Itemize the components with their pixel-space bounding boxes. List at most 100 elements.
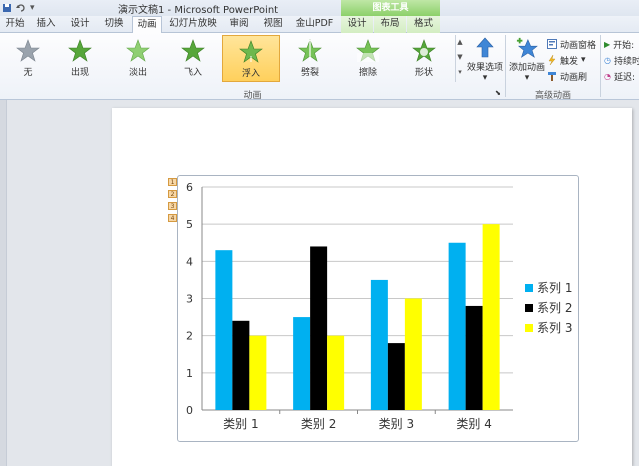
tab-kingsoft-pdf[interactable]: 金山PDF xyxy=(292,16,337,33)
animation-wipe[interactable]: 擦除 xyxy=(342,35,394,82)
bar xyxy=(249,335,267,410)
undo-icon[interactable] xyxy=(16,3,26,13)
animation-painter-button[interactable]: 动画刷 xyxy=(547,69,587,83)
animation-gallery: 无 出现 淡出 飞入 浮入 劈裂 擦除 形状 xyxy=(2,35,462,84)
bar xyxy=(310,246,328,410)
animation-fly-in[interactable]: 飞入 xyxy=(167,35,219,82)
tab-home[interactable]: 开始 xyxy=(2,16,28,33)
y-tick-label: 2 xyxy=(186,330,193,343)
y-tick-label: 0 xyxy=(186,404,193,417)
tab-chart-layout[interactable]: 布局 xyxy=(374,16,406,33)
animation-order-badge[interactable]: 1 xyxy=(168,178,177,186)
y-tick-label: 5 xyxy=(186,218,193,231)
legend-swatch xyxy=(525,304,533,312)
customize-qat-icon[interactable]: ▾ xyxy=(30,3,35,13)
add-star-icon xyxy=(516,37,538,58)
tab-chart-format[interactable]: 格式 xyxy=(407,16,440,33)
effect-options-button[interactable]: 效果选项 ▾ xyxy=(465,35,505,83)
legend-swatch xyxy=(525,324,533,332)
gallery-up-icon[interactable]: ▲ xyxy=(456,35,464,50)
bar xyxy=(482,224,500,410)
bar xyxy=(327,335,345,410)
legend-label: 系列 1 xyxy=(537,281,572,295)
title-bar: ▾ 演示文稿1 - Microsoft PowerPoint 图表工具 xyxy=(0,0,639,16)
animation-appear[interactable]: 出现 xyxy=(54,35,106,82)
x-tick-label: 类别 3 xyxy=(379,417,414,431)
up-arrow-icon xyxy=(476,37,494,58)
gallery-down-icon[interactable]: ▼ xyxy=(456,50,464,65)
y-tick-label: 3 xyxy=(186,293,193,306)
animation-shape[interactable]: 形状 xyxy=(398,35,450,82)
thumbnail-pane-edge[interactable] xyxy=(0,100,7,466)
bar xyxy=(232,320,250,410)
bar xyxy=(448,242,466,410)
trigger-button[interactable]: 触发 ▾ xyxy=(547,53,586,67)
legend-swatch xyxy=(525,284,533,292)
chevron-down-icon: ▾ xyxy=(524,73,530,83)
start-field[interactable]: ▶ 开始: xyxy=(604,37,634,51)
chevron-down-icon: ▾ xyxy=(581,55,586,65)
bar xyxy=(387,343,405,410)
ribbon-tabs: 开始 插入 设计 切换 动画 幻灯片放映 审阅 视图 金山PDF 设计 布局 格… xyxy=(0,16,639,34)
advanced-animation-group-label: 高级动画 xyxy=(534,91,571,101)
x-tick-label: 类别 1 xyxy=(223,417,258,431)
x-tick-label: 类别 2 xyxy=(301,417,336,431)
bar xyxy=(370,279,388,410)
star-floatin-icon xyxy=(239,40,263,63)
animation-pane-button[interactable]: 动画窗格 xyxy=(547,37,596,51)
legend-label: 系列 3 xyxy=(537,321,572,335)
add-animation-button[interactable]: 添加动画 ▾ xyxy=(507,35,547,83)
animation-split[interactable]: 劈裂 xyxy=(284,35,336,82)
chevron-down-icon: ▾ xyxy=(482,73,488,83)
animation-order-badge[interactable]: 3 xyxy=(168,202,177,210)
lightning-icon xyxy=(548,55,556,65)
tab-view[interactable]: 视图 xyxy=(259,16,287,33)
gallery-more-icon[interactable]: ▾ xyxy=(456,65,464,80)
animation-dialog-launcher[interactable]: ⬊ xyxy=(495,86,501,100)
star-none-icon xyxy=(16,39,40,62)
tab-insert[interactable]: 插入 xyxy=(32,16,60,33)
save-icon[interactable] xyxy=(2,3,12,13)
tab-review[interactable]: 审阅 xyxy=(225,16,253,33)
star-fade-icon xyxy=(126,39,150,62)
animation-group-label: 动画 xyxy=(243,91,262,101)
animation-pane-icon xyxy=(547,39,557,49)
clock-icon: ◷ xyxy=(604,55,611,65)
animation-none[interactable]: 无 xyxy=(2,35,54,82)
bar xyxy=(465,305,483,410)
bar xyxy=(293,317,311,410)
tab-chart-design[interactable]: 设计 xyxy=(341,16,373,33)
chart-tools-header: 图表工具 xyxy=(341,0,440,16)
delay-field[interactable]: ◔ 延迟: xyxy=(604,69,635,83)
animation-fade[interactable]: 淡出 xyxy=(112,35,164,82)
y-tick-label: 1 xyxy=(186,367,193,380)
launcher-icon: ⬊ xyxy=(495,89,501,97)
separator xyxy=(600,35,601,97)
animation-order-badge[interactable]: 4 xyxy=(168,214,177,222)
bar xyxy=(404,298,422,410)
play-icon: ▶ xyxy=(604,39,611,49)
star-flyin-icon xyxy=(181,39,205,62)
animation-float-in[interactable]: 浮入 xyxy=(222,35,280,82)
chart-object[interactable]: 0 1 2 3 4 5 6 类别 1 类别 2 类别 3 类别 4 系列 1 系列 2 系列 3 xyxy=(177,175,579,442)
tab-animations[interactable]: 动画 xyxy=(132,16,162,34)
gallery-scrollbar[interactable]: ▲ ▼ ▾ xyxy=(455,35,464,82)
ribbon: 无 出现 淡出 飞入 浮入 劈裂 擦除 形状 ▲ ▼ ▾ 效果选项 ▾ 动画 ⬊… xyxy=(0,33,639,101)
tab-design[interactable]: 设计 xyxy=(66,16,94,33)
star-wipe-icon xyxy=(356,39,380,62)
tab-slideshow[interactable]: 幻灯片放映 xyxy=(168,16,218,33)
delay-clock-icon: ◔ xyxy=(604,71,611,81)
duration-field[interactable]: ◷ 持续时 xyxy=(604,53,639,67)
bar xyxy=(215,250,233,410)
y-tick-label: 6 xyxy=(186,181,193,194)
animation-order-badge[interactable]: 2 xyxy=(168,190,177,198)
chart-plot: 0 1 2 3 4 5 6 类别 1 类别 2 类别 3 类别 4 系列 1 系列 2 系列 3 xyxy=(186,181,572,431)
quick-access-toolbar: ▾ xyxy=(2,1,35,15)
star-shape-icon xyxy=(412,39,436,62)
window-title: 演示文稿1 - Microsoft PowerPoint xyxy=(118,5,279,16)
star-split-icon xyxy=(298,39,322,62)
tab-transitions[interactable]: 切换 xyxy=(100,16,128,33)
legend-label: 系列 2 xyxy=(537,301,572,315)
star-appear-icon xyxy=(68,39,92,62)
x-tick-label: 类别 4 xyxy=(456,417,491,431)
